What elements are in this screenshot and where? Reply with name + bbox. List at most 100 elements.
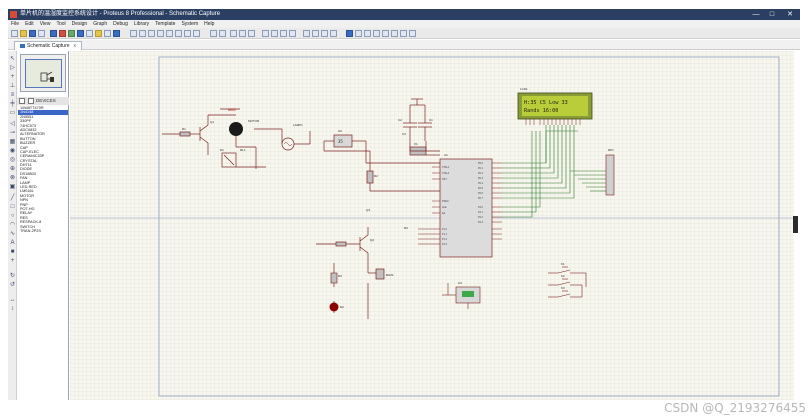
close-window-button[interactable]: ✕ [784, 9, 796, 20]
mirror-x-icon[interactable]: ↔ [9, 297, 16, 303]
zoom-area-button[interactable] [193, 30, 200, 37]
new-file-button[interactable] [11, 30, 18, 37]
q2-label: Q2 [370, 238, 374, 242]
toolbar [8, 28, 800, 39]
svg-text:P1.2: P1.2 [442, 238, 448, 241]
device-pins-icon[interactable]: ⊸ [9, 130, 16, 136]
subcircuit-icon[interactable]: ▭ [9, 110, 16, 116]
tab-close-icon[interactable]: x [74, 43, 77, 49]
undo-button[interactable] [210, 30, 217, 37]
schematic-button[interactable] [59, 30, 66, 37]
design-explorer-button[interactable] [400, 30, 407, 37]
junction-dot-icon[interactable]: + [9, 74, 16, 80]
pan-button[interactable] [157, 30, 164, 37]
toggle-grid-button[interactable] [139, 30, 146, 37]
path-2d-icon[interactable]: ∿ [9, 231, 16, 237]
pick-devices-button[interactable] [19, 98, 25, 104]
terminals-icon[interactable]: ◁ [9, 121, 16, 127]
home-page-button[interactable] [50, 30, 57, 37]
component-mode-icon[interactable]: ▷ [9, 65, 16, 71]
menu-library[interactable]: Library [131, 20, 152, 28]
open-file-button[interactable] [20, 30, 27, 37]
tape-recorder-icon[interactable]: ◉ [9, 148, 16, 154]
zoom-in-button[interactable] [166, 30, 173, 37]
text-script-icon[interactable]: ≡ [9, 92, 16, 98]
graph-mode-icon[interactable]: ▦ [9, 139, 16, 145]
3d-view-button[interactable] [77, 30, 84, 37]
r4-label: R4 [404, 226, 408, 230]
redo-button[interactable] [219, 30, 226, 37]
wire-autorouter-button[interactable] [346, 30, 353, 37]
zoom-all-button[interactable] [184, 30, 191, 37]
line-2d-icon[interactable]: ╱ [9, 195, 16, 201]
box-2d-icon[interactable]: □ [9, 204, 16, 210]
symbol-2d-icon[interactable]: ■ [9, 249, 16, 255]
menu-template[interactable]: Template [152, 20, 178, 28]
circle-2d-icon[interactable]: ○ [9, 213, 16, 219]
origin-button[interactable] [148, 30, 155, 37]
overview-window[interactable] [20, 54, 66, 92]
arc-2d-icon[interactable]: ◠ [9, 222, 16, 228]
buses-icon[interactable]: ╪ [9, 101, 16, 107]
app-window: 单片机的温湿度监控系统设计 - Proteus 8 Professional -… [0, 0, 810, 418]
device-list-item[interactable]: TRAN-2P2S [18, 229, 68, 233]
block-delete-button[interactable] [289, 30, 296, 37]
u3-label: U3 [458, 281, 462, 285]
save-file-button[interactable] [29, 30, 36, 37]
wire-label-icon[interactable]: ⊥ [9, 83, 16, 89]
menu-edit[interactable]: Edit [22, 20, 37, 28]
decompose-button[interactable] [330, 30, 337, 37]
selection-mode-icon[interactable]: ↖ [9, 56, 16, 62]
current-probe-icon[interactable]: ⊗ [9, 175, 16, 181]
svg-text:EA: EA [442, 212, 446, 215]
help-button[interactable] [113, 30, 120, 37]
bom-button[interactable] [95, 30, 102, 37]
tab-schematic-capture[interactable]: Schematic Capture x [14, 41, 83, 50]
menu-tool[interactable]: Tool [53, 20, 68, 28]
menu-view[interactable]: View [37, 20, 54, 28]
cut-button[interactable] [230, 30, 237, 37]
library-manager-button[interactable] [28, 98, 34, 104]
zoom-out-button[interactable] [175, 30, 182, 37]
mirror-y-icon[interactable]: ↕ [9, 306, 16, 312]
search-tag-button[interactable] [355, 30, 362, 37]
copy-button[interactable] [239, 30, 246, 37]
schematic-canvas[interactable]: MG0 MOTOR LAMP1 Q1 RL1 R1 D1 U2 35 R2 C1… [70, 51, 794, 400]
block-move-button[interactable] [271, 30, 278, 37]
marker-2d-icon[interactable]: + [9, 258, 16, 264]
pick-device-button[interactable] [303, 30, 310, 37]
menu-debug[interactable]: Debug [110, 20, 131, 28]
new-sheet-button[interactable] [373, 30, 380, 37]
refresh-button[interactable] [130, 30, 137, 37]
block-copy-button[interactable] [262, 30, 269, 37]
menu-system[interactable]: System [178, 20, 201, 28]
menu-bar: File Edit View Tool Design Graph Debug Library T… [8, 20, 800, 28]
generator-icon[interactable]: ◎ [9, 157, 16, 163]
goto-sheet-button[interactable] [391, 30, 398, 37]
menu-file[interactable]: File [8, 20, 22, 28]
gerber-button[interactable] [86, 30, 93, 37]
netlist-button[interactable] [409, 30, 416, 37]
menu-design[interactable]: Design [69, 20, 91, 28]
rotate-anticlockwise-icon[interactable]: ↺ [9, 282, 16, 288]
block-rotate-button[interactable] [280, 30, 287, 37]
virtual-instruments-icon[interactable]: ▣ [9, 184, 16, 190]
close-file-button[interactable] [38, 30, 45, 37]
source-code-button[interactable] [104, 30, 111, 37]
canvas-scroll-marker[interactable] [793, 216, 798, 233]
overview-viewport[interactable] [25, 59, 62, 88]
packaging-tool-button[interactable] [321, 30, 328, 37]
minimize-button[interactable]: — [750, 9, 762, 20]
rotate-clockwise-icon[interactable]: ↻ [9, 273, 16, 279]
pcb-layout-button[interactable] [68, 30, 75, 37]
voltage-probe-icon[interactable]: ⊕ [9, 166, 16, 172]
property-assignment-button[interactable] [364, 30, 371, 37]
remove-sheet-button[interactable] [382, 30, 389, 37]
make-device-button[interactable] [312, 30, 319, 37]
maximize-button[interactable]: □ [766, 9, 778, 20]
menu-help[interactable]: Help [201, 20, 217, 28]
q1-label: Q1 [210, 120, 214, 124]
paste-button[interactable] [248, 30, 255, 37]
menu-graph[interactable]: Graph [90, 20, 110, 28]
text-2d-icon[interactable]: A [9, 240, 16, 246]
